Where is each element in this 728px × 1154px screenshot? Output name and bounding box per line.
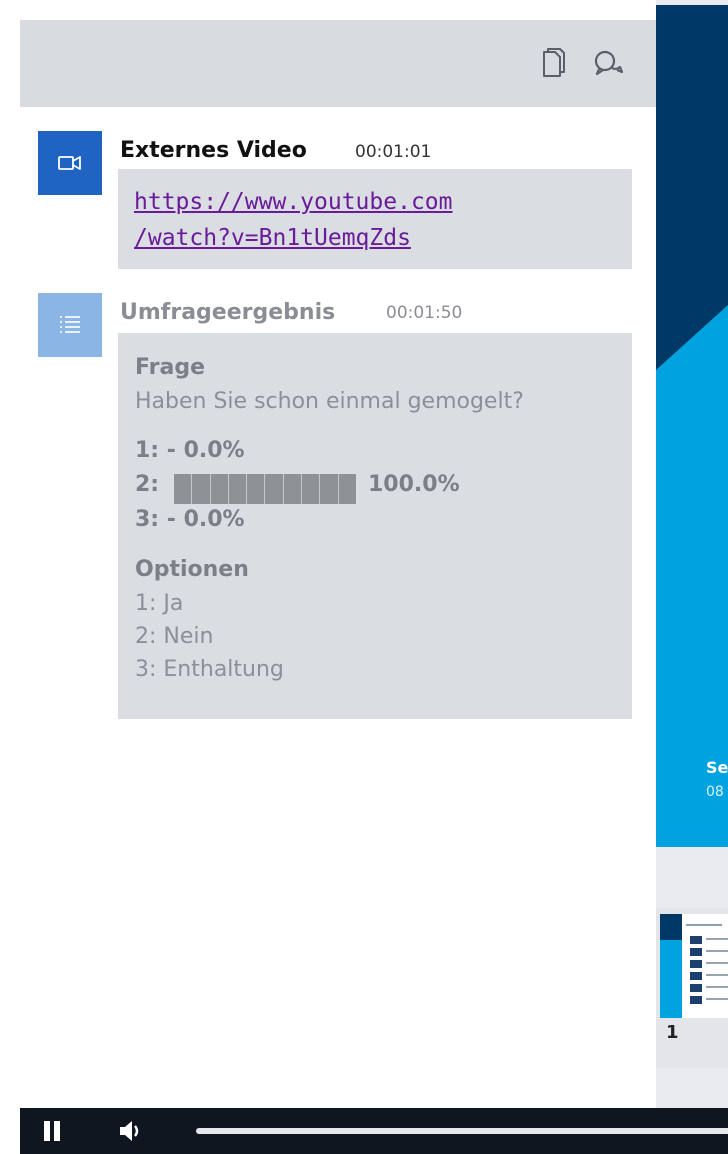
presentation-area: Se 08 1 (656, 0, 728, 1110)
slide-thumbnail-strip: 1 (656, 908, 728, 1068)
player-controls (20, 1108, 728, 1154)
options-heading: Optionen (135, 557, 249, 582)
poll-result-body: Frage Haben Sie schon einmal gemogelt? 1… (118, 333, 632, 719)
playback-progress-bar[interactable] (196, 1128, 728, 1134)
message-timestamp: 00:01:50 (386, 303, 463, 323)
copy-icon[interactable] (536, 44, 568, 84)
option-item: 3: Enthaltung (135, 657, 284, 682)
video-link-line-1[interactable]: https://www.youtube.com (134, 189, 453, 215)
result-label: 3: (135, 507, 160, 532)
chat-panel: Externes Video 00:01:01 https://www.yout… (20, 20, 656, 1108)
result-row-3: 3: - 0.0% (135, 507, 245, 532)
slide-number: 1 (666, 1022, 679, 1043)
chat-panel-header (20, 20, 656, 107)
option-item: 2: Nein (135, 624, 214, 649)
result-bar-2 (174, 474, 356, 504)
result-value: - 0.0% (166, 438, 245, 463)
option-item: 1: Ja (135, 591, 184, 616)
message-timestamp: 00:01:01 (355, 142, 432, 162)
presentation-slide (656, 5, 728, 847)
result-label: 1: (135, 438, 160, 463)
video-camera-icon (38, 131, 102, 195)
question-heading: Frage (135, 355, 205, 380)
result-row-1: 1: - 0.0% (135, 438, 245, 463)
slide-title-fragment: Se (706, 758, 728, 777)
result-value: - 0.0% (166, 507, 245, 532)
volume-icon[interactable] (116, 1118, 148, 1144)
pause-icon[interactable] (42, 1121, 62, 1141)
video-link-line-2[interactable]: /watch?v=Bn1tUemqZds (134, 225, 411, 251)
question-text: Haben Sie schon einmal gemogelt? (135, 389, 524, 414)
result-value: 100.0% (368, 472, 460, 497)
slide-thumbnail[interactable] (660, 914, 728, 1018)
recording-playback-view: Externes Video 00:01:01 https://www.yout… (0, 0, 728, 1154)
message-title: Externes Video (120, 138, 307, 163)
slide-date-fragment: 08 (706, 784, 724, 800)
message-body: https://www.youtube.com /watch?v=Bn1tUem… (118, 169, 632, 269)
message-title: Umfrageergebnis (120, 300, 336, 325)
chat-bubbles-icon[interactable] (592, 44, 624, 84)
list-icon (38, 293, 102, 357)
result-row-2-label: 2: (135, 472, 160, 497)
